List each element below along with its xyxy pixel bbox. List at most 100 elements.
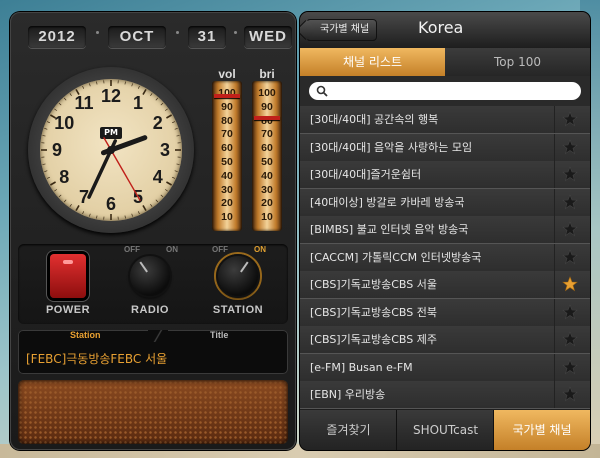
channel-row[interactable]: [30대/40대] 음악을 사랑하는 모임 <box>300 133 590 162</box>
meter-tick: 60 <box>221 142 233 155</box>
channel-row[interactable]: [BIMBS] 불교 인터넷 음악 방송국 <box>300 216 590 244</box>
date-month: OCT <box>108 26 166 48</box>
channel-row[interactable]: [40대이상] 방갈로 카바레 방송국 <box>300 188 590 217</box>
clock-tick <box>46 121 50 124</box>
date-display: 2012 OCT 31 WED <box>18 18 292 58</box>
date-separator <box>96 31 99 34</box>
meter-tick: 40 <box>221 169 233 182</box>
clock-center-cap <box>107 146 115 154</box>
meter-tick: 10 <box>261 211 273 224</box>
clock-tick <box>82 211 85 215</box>
clock-tick <box>58 102 62 106</box>
meter-tick: 20 <box>221 197 233 210</box>
search-icon <box>316 85 328 97</box>
favorite-star-icon[interactable] <box>562 138 578 155</box>
channel-name: [EBN] 우리방송 <box>310 388 386 401</box>
channel-name: [CBS]기독교방송CBS 서울 <box>310 278 437 291</box>
title-header: Title <box>210 330 229 340</box>
clock-tick <box>155 97 159 101</box>
channel-name: [e-FM] Busan e-FM <box>310 360 413 374</box>
power-button[interactable] <box>50 254 86 298</box>
clock-tick <box>174 128 178 130</box>
radio-knob[interactable] <box>130 256 170 296</box>
tab-channel-list[interactable]: 채널 리스트 <box>300 48 445 76</box>
clock-tick <box>89 83 91 87</box>
station-knob[interactable] <box>218 256 258 296</box>
clock-tick <box>131 213 133 217</box>
meter-tick: 50 <box>221 156 233 168</box>
clock-tick <box>124 215 126 219</box>
bri-label: bri <box>259 67 275 81</box>
channel-row[interactable]: [CBS]기독교방송CBS 서울 <box>300 271 590 299</box>
row-divider <box>554 133 555 161</box>
row-divider <box>554 216 555 243</box>
clock-tick <box>46 176 50 179</box>
meter-tick: 60 <box>261 142 273 155</box>
row-divider <box>554 298 555 326</box>
channel-list: [30대/40대] 공간속의 행복 [30대/40대] 음악을 사랑하는 모임 [3… <box>300 106 590 409</box>
channel-row[interactable]: [CBS]기독교방송CBS 제주 <box>300 326 590 354</box>
clock-tick <box>69 203 72 207</box>
favorite-star-icon[interactable] <box>562 276 578 292</box>
favorite-star-icon[interactable] <box>562 358 578 375</box>
clock-tick <box>176 135 180 137</box>
station-knob-indicator <box>240 261 249 273</box>
clock-tick <box>44 170 48 172</box>
clock-tick <box>166 114 173 119</box>
channel-row[interactable]: [e-FM] Busan e-FM <box>300 353 590 382</box>
volume-needle[interactable] <box>214 93 240 98</box>
date-weekday: WED <box>244 26 292 48</box>
clock-tick <box>75 88 80 95</box>
date-day: 31 <box>188 26 226 48</box>
channel-row[interactable]: [30대/40대] 공간속의 행복 <box>300 106 590 134</box>
volume-meter[interactable]: 100908070605040302010 <box>212 81 242 231</box>
station-header: Station <box>70 330 101 340</box>
favorite-star-icon[interactable] <box>562 166 578 182</box>
row-divider <box>554 271 555 298</box>
channel-row[interactable]: [CACCM] 가톨릭CCM 인터넷방송국 <box>300 243 590 272</box>
vol-label: vol <box>218 67 236 81</box>
clock-tick <box>96 81 98 85</box>
clock-tick <box>63 97 67 101</box>
clock-tick <box>160 102 164 106</box>
favorite-star-icon[interactable] <box>562 386 578 402</box>
back-button-label: 국가별 채널 <box>320 24 370 35</box>
clock-tick <box>42 163 46 165</box>
brightness-needle[interactable] <box>254 115 280 120</box>
brightness-meter[interactable]: 100 90 80 70 60 50 40 30 20 10 <box>252 81 282 231</box>
favorite-star-icon[interactable] <box>562 248 578 265</box>
tab-shoutcast[interactable]: SHOUTcast <box>397 410 494 450</box>
tab-country-channels[interactable]: 국가별 채널 <box>494 410 590 450</box>
favorite-star-icon[interactable] <box>562 331 578 347</box>
row-divider <box>554 106 555 133</box>
clock-tick <box>142 205 147 212</box>
back-button[interactable]: 국가별 채널 <box>306 19 378 41</box>
favorite-star-icon[interactable] <box>562 221 578 237</box>
radio-off-label: OFF <box>124 245 140 254</box>
row-divider <box>554 243 555 271</box>
list-tabs: 채널 리스트 Top 100 <box>300 48 590 76</box>
clock-tick <box>89 213 91 217</box>
clock-tick <box>54 108 58 111</box>
clock-tick <box>160 194 164 198</box>
favorite-star-icon[interactable] <box>562 303 578 320</box>
meter-tick: 10 <box>221 211 233 224</box>
favorite-star-icon[interactable] <box>562 111 578 127</box>
channel-name: [30대/40대] 음악을 사랑하는 모임 <box>310 140 473 154</box>
clock-tick <box>44 128 48 130</box>
channel-row[interactable]: [30대/40대]즐거운쉼터 <box>300 161 590 189</box>
tab-top-100[interactable]: Top 100 <box>445 48 590 76</box>
station-off-label: OFF <box>212 245 228 254</box>
clock-tick <box>172 176 176 179</box>
clock-tick <box>137 211 140 215</box>
row-divider <box>554 326 555 353</box>
channel-row[interactable]: [EBN] 우리방송 <box>300 381 590 409</box>
channel-row[interactable]: [CBS]기독교방송CBS 전북 <box>300 298 590 327</box>
row-divider <box>554 381 555 408</box>
search-input[interactable] <box>309 82 581 100</box>
favorite-star-icon[interactable] <box>562 193 578 210</box>
clock-tick <box>82 85 85 89</box>
row-divider <box>554 161 555 188</box>
tab-favorites[interactable]: 즐겨찾기 <box>300 410 397 450</box>
meter-tick: 20 <box>261 197 273 210</box>
